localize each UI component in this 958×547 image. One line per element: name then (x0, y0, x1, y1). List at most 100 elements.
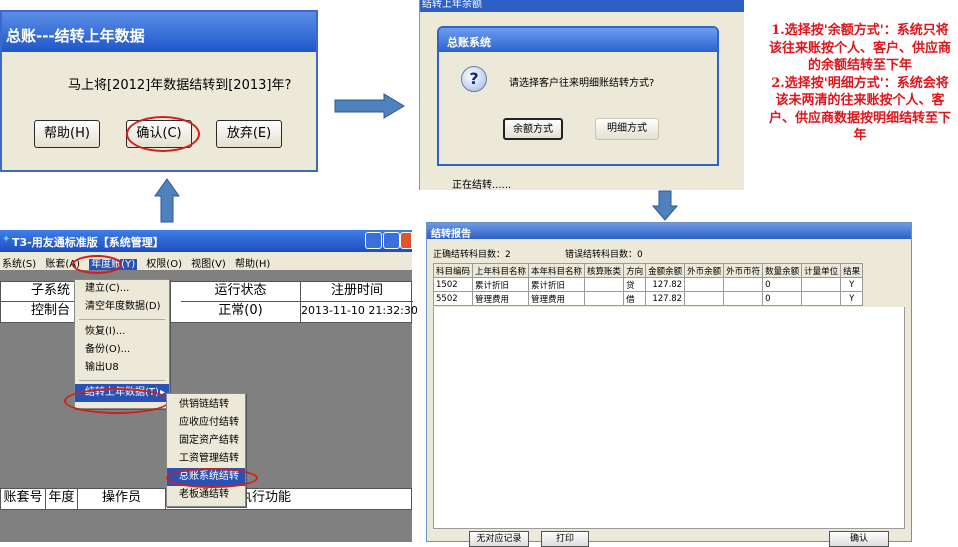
table-cell: 1502 (432, 277, 474, 292)
close-icon[interactable] (400, 232, 412, 249)
correct-count-text: 正确结转科目数：2 (433, 247, 511, 260)
subsystem-table: 子系统 运行状态 注册时间 控制台 正常(0) 2013-11-10 21:32… (0, 281, 418, 323)
column-header: 年度 (46, 489, 78, 509)
correct-count-value: 2 (505, 250, 511, 260)
error-count-value: 0 (637, 250, 643, 260)
submenu-item[interactable]: 工资管理结转 (167, 450, 245, 468)
table-cell: Y (840, 277, 864, 292)
column-header: 科目编码 (432, 263, 474, 278)
help-button[interactable]: 帮助(H) (34, 120, 100, 148)
submenu-item[interactable]: 供销链结转 (167, 396, 245, 414)
table-cell (684, 277, 725, 292)
column-header: 本年科目名称 (528, 263, 586, 278)
arrow-down-icon (652, 190, 678, 221)
menu-item-backup[interactable]: 备份(O)... (75, 341, 169, 359)
submenu-item[interactable]: 应收应付结转 (167, 414, 245, 432)
table-cell: 0 (762, 277, 803, 292)
table-cell (684, 291, 725, 306)
menu-view[interactable]: 视图(V) (191, 259, 226, 270)
menu-item-export-u8[interactable]: 输出U8 (75, 359, 169, 377)
report-table: 科目编码 上年科目名称 本年科目名称 核算账类 方向 金额余额 外币余额 外币币… (432, 263, 864, 306)
column-header: 计量单位 (801, 263, 842, 278)
minimize-icon[interactable] (365, 232, 382, 249)
menu-highlight-circle (72, 255, 122, 274)
table-cell (584, 277, 625, 292)
column-header: 外币币符 (723, 263, 764, 278)
explanation-note: 1.选择按'余额方式'：系统只将该往来账按个人、客户、供应商的余额结转至下年 2… (765, 22, 955, 145)
note-line-2: 2.选择按'明细方式'：系统会将该未两清的往来账按个人、客户、供应商数据按明细结… (768, 75, 951, 144)
detail-mode-button[interactable]: 明细方式 (595, 118, 659, 140)
ledger-highlight-circle (166, 468, 258, 488)
dialog-title: 总账---结转上年数据 (2, 12, 316, 52)
table-cell (584, 291, 625, 306)
report-title: 结转报告 (427, 223, 911, 240)
maximize-icon[interactable] (383, 232, 400, 249)
menu-system[interactable]: 系统(S) (2, 259, 36, 270)
column-header: 执行功能 (239, 490, 292, 505)
highlight-circle (126, 116, 200, 152)
column-header: 账套号 (1, 489, 46, 509)
table-cell: 5502 (432, 291, 474, 306)
table-cell: 累计折旧 (528, 277, 586, 292)
table-cell[interactable]: 正常(0) (181, 302, 301, 322)
print-button[interactable]: 打印 (541, 531, 589, 547)
discard-button[interactable]: 放弃(E) (216, 120, 282, 148)
column-header: 操作员 (78, 489, 166, 509)
method-dialog: 总账系统 ? 请选择客户往来明细账结转方式? 余额方式 明细方式 (437, 26, 719, 166)
error-count-label: 错误结转科目数： (565, 250, 638, 260)
table-row[interactable]: 1502 累计折旧 累计折旧 贷 127.82 0 Y (432, 277, 864, 292)
system-manager-window: ✦ T3-用友通标准版【系统管理】 系统(S) 账套(A) 年度账(Y) 权限(… (0, 230, 418, 542)
report-empty-area (433, 307, 905, 529)
column-header: 结果 (840, 263, 864, 278)
submenu-item[interactable]: 老板通结转 (167, 486, 245, 504)
menu-separator (79, 319, 165, 320)
app-titlebar: ✦ T3-用友通标准版【系统管理】 (0, 230, 412, 252)
table-cell: Y (840, 291, 864, 306)
column-header: 核算账类 (584, 263, 625, 278)
note-line-1: 1.选择按'余额方式'：系统只将该往来账按个人、客户、供应商的余额结转至下年 (768, 23, 951, 73)
table-cell: 127.82 (645, 277, 686, 292)
carryover-submenu: 供销链结转 应收应付结转 固定资产结转 工资管理结转 总账系统结转 老板通结转 (166, 393, 246, 507)
table-cell: 累计折旧 (472, 277, 530, 292)
arrow-up-icon (154, 178, 180, 223)
no-match-records-button[interactable]: 无对应记录 (469, 531, 529, 547)
table-cell: 贷 (623, 277, 647, 292)
table-row[interactable]: 5502 管理费用 管理费用 借 127.82 0 Y (432, 291, 864, 306)
table-cell: 借 (623, 291, 647, 306)
menu-item-clear-year[interactable]: 清空年度数据(D) (75, 298, 169, 316)
table-cell: 管理费用 (472, 291, 530, 306)
carryover-highlight-circle (64, 388, 170, 414)
column-header: 外币余额 (684, 263, 725, 278)
menu-bar: 系统(S) 账套(A) 年度账(Y) 权限(O) 视图(V) 帮助(H) (0, 252, 412, 270)
menu-item-create[interactable]: 建立(C)... (75, 280, 169, 298)
table-cell (723, 277, 764, 292)
window-title: 结转上年余额 (420, 0, 744, 12)
column-header: 注册时间 (301, 282, 413, 302)
balance-mode-button[interactable]: 余额方式 (503, 118, 563, 140)
dialog-title: 总账系统 (439, 28, 717, 52)
correct-count-label: 正确结转科目数： (433, 250, 506, 260)
column-header: 上年科目名称 (472, 263, 530, 278)
table-cell: 0 (762, 291, 803, 306)
menu-item-restore[interactable]: 恢复(I)... (75, 323, 169, 341)
carryover-report-window: 结转报告 正确结转科目数：2 错误结转科目数：0 科目编码 上年科目名称 本年科… (426, 222, 912, 547)
menu-permission[interactable]: 权限(O) (146, 259, 182, 270)
submenu-item[interactable]: 固定资产结转 (167, 432, 245, 450)
column-header: 数量余额 (762, 263, 803, 278)
menu-help[interactable]: 帮助(H) (235, 259, 270, 270)
question-icon: ? (461, 66, 487, 92)
table-header-row: 科目编码 上年科目名称 本年科目名称 核算账类 方向 金额余额 外币余额 外币币… (432, 263, 864, 278)
confirm-dialog: 总账---结转上年数据 马上将[2012]年数据结转到[2013]年? 帮助(H… (0, 10, 318, 172)
menu-separator (79, 380, 165, 381)
column-header: 运行状态 (181, 282, 301, 302)
confirm-button[interactable]: 确认 (829, 531, 889, 547)
app-title: T3-用友通标准版【系统管理】 (12, 236, 164, 249)
arrow-right-icon (334, 93, 405, 119)
table-cell (723, 291, 764, 306)
status-text: 正在结转...... (452, 180, 512, 191)
table-cell[interactable]: 2013-11-10 21:32:30 (301, 302, 418, 322)
table-cell (801, 277, 842, 292)
error-count-text: 错误结转科目数：0 (565, 247, 643, 260)
column-header: 方向 (623, 263, 647, 278)
table-cell (801, 291, 842, 306)
